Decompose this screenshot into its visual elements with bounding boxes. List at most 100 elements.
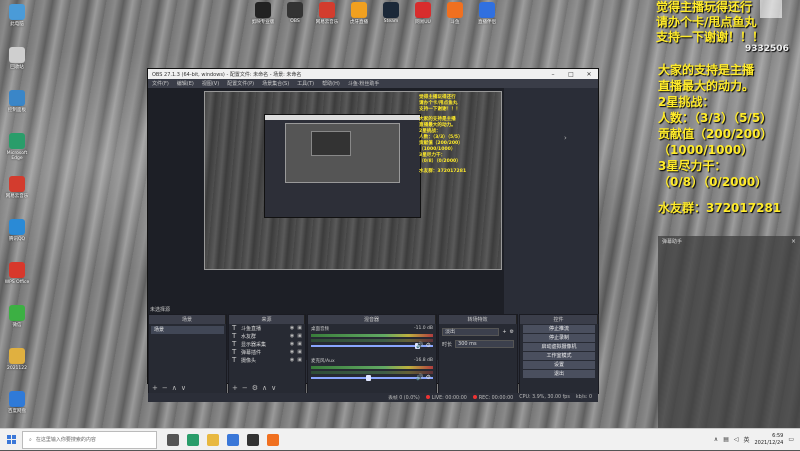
desktop-icon[interactable]: Steam <box>378 2 404 25</box>
menu-item[interactable]: 编辑(E) <box>177 80 194 87</box>
add-icon[interactable]: + <box>152 384 158 392</box>
obs-window[interactable]: OBS 27.1.3 (64-bit, windows) - 配置文件: 未命名… <box>147 68 599 402</box>
down-icon[interactable]: ∨ <box>181 384 186 392</box>
source-item[interactable]: T 水友群 ◉ ▣ <box>229 332 305 340</box>
menu-item[interactable]: 配置文件(P) <box>227 80 254 87</box>
start-button[interactable] <box>0 429 22 451</box>
source-item[interactable]: T 斗鱼直播 ◉ ▣ <box>229 324 305 332</box>
lock-icon[interactable]: ▣ <box>297 325 302 331</box>
app-icon <box>9 391 25 407</box>
desktop-icon[interactable]: WPS Office <box>4 262 30 302</box>
down-icon[interactable]: ∨ <box>271 384 276 392</box>
taskbar-search[interactable]: ⌕ 在这里输入你要搜索的内容 <box>22 430 157 449</box>
desktop-icon-label: OBS <box>290 19 300 24</box>
network-icon[interactable]: ▤ <box>723 436 729 443</box>
slider-knob[interactable] <box>365 375 371 381</box>
close-icon[interactable]: × <box>791 238 796 245</box>
lock-icon[interactable]: ▣ <box>297 357 302 363</box>
volume-slider[interactable] <box>311 343 433 349</box>
desktop-icon[interactable]: 此电脑 <box>4 4 30 44</box>
gear-icon[interactable]: ⚙ <box>252 384 258 392</box>
maximize-icon[interactable]: □ <box>562 71 580 78</box>
desktop-icon[interactable]: 网易云音乐 <box>4 176 30 216</box>
lock-icon[interactable]: ▣ <box>297 341 302 347</box>
menu-item[interactable]: 视图(V) <box>202 80 219 87</box>
desktop-icon[interactable]: 网易UU <box>410 2 436 25</box>
obs-titlebar[interactable]: OBS 27.1.3 (64-bit, windows) - 配置文件: 未命名… <box>148 69 598 79</box>
eye-icon[interactable]: ◉ <box>290 341 294 347</box>
eye-icon[interactable]: ◉ <box>290 333 294 339</box>
add-icon[interactable]: + <box>232 384 238 392</box>
control-button[interactable]: 停止推流 <box>523 325 595 333</box>
chat-panel[interactable]: 弹幕助手 × <box>658 236 800 428</box>
desktop-icon[interactable]: OBS <box>282 2 308 25</box>
desktop-icon[interactable]: 虎牙直播 <box>346 2 372 25</box>
desktop-icon[interactable]: 剪映专业版 <box>250 2 276 25</box>
menu-item[interactable]: 文件(F) <box>152 80 169 87</box>
scenes-footer: + − ∧ ∨ <box>149 383 226 393</box>
gear-icon[interactable]: ⚙ <box>426 342 431 349</box>
source-item[interactable]: T 弹幕插件 ◉ ▣ <box>229 348 305 356</box>
add-icon[interactable]: + <box>502 329 506 335</box>
desktop-icon[interactable]: 斗鱼 <box>442 2 468 25</box>
desktop-icon[interactable]: 2021122 <box>4 348 30 388</box>
store-icon[interactable] <box>227 433 239 446</box>
clock[interactable]: 6:59 2021/12/24 <box>755 433 784 447</box>
app-icon <box>479 2 495 18</box>
lock-icon[interactable]: ▣ <box>297 333 302 339</box>
nested-overlay-line: （0/8）（0/2000） <box>419 159 461 164</box>
volume-slider[interactable] <box>311 375 433 381</box>
notification-icon[interactable]: ▭ <box>788 436 794 443</box>
menu-item[interactable]: 斗鱼·粉丝助手 <box>348 80 380 87</box>
lock-icon[interactable]: ▣ <box>297 349 302 355</box>
desktop-icon[interactable]: 控制面板 <box>4 90 30 130</box>
remove-icon[interactable]: − <box>162 384 168 392</box>
task-view-icon[interactable] <box>167 433 179 446</box>
obs-icon[interactable] <box>247 433 259 446</box>
chevron-up-icon[interactable]: ∧ <box>714 436 718 443</box>
duration-input[interactable]: 300 ms <box>455 340 514 348</box>
room-id: 9332506 <box>745 44 789 54</box>
menu-item[interactable]: 工具(T) <box>297 80 314 87</box>
eye-icon[interactable]: ◉ <box>290 325 294 331</box>
sources-title: 来源 <box>229 315 305 324</box>
control-button[interactable]: 停止录制 <box>523 334 595 342</box>
desktop-icon[interactable]: 腾讯QQ <box>4 219 30 259</box>
desktop-icon[interactable]: 微信 <box>4 305 30 345</box>
ime-indicator[interactable]: 英 <box>743 435 749 444</box>
menu-item[interactable]: 场景集合(S) <box>262 80 289 87</box>
desktop-icon[interactable]: 回收站 <box>4 47 30 87</box>
live-dot-icon <box>425 394 430 399</box>
speaker-icon[interactable]: 🔊 <box>416 342 423 349</box>
control-button[interactable]: 工作室模式 <box>523 352 595 360</box>
transition-select[interactable]: 淡出 <box>442 328 500 336</box>
speaker-icon[interactable]: 🔊 <box>416 374 423 381</box>
volume-icon[interactable]: ◁ <box>734 436 739 443</box>
close-icon[interactable]: ✕ <box>580 71 598 78</box>
minimize-icon[interactable]: – <box>544 71 562 78</box>
source-item[interactable]: T 显示器采集 ◉ ▣ <box>229 340 305 348</box>
up-icon[interactable]: ∧ <box>262 384 267 392</box>
menu-item[interactable]: 帮助(H) <box>322 80 340 87</box>
up-icon[interactable]: ∧ <box>172 384 177 392</box>
scene-item[interactable]: 场景 <box>151 326 224 334</box>
eye-icon[interactable]: ◉ <box>290 349 294 355</box>
obs-preview[interactable]: 觉得主播玩得还行 请办个卡/甩点鱼丸 支持一下谢谢！！！ 大家的支持是主播 直播最大的动… <box>148 88 599 402</box>
control-button[interactable]: 设置 <box>523 361 595 369</box>
remove-icon[interactable]: − <box>242 384 248 392</box>
gear-icon[interactable]: ⚙ <box>426 374 431 381</box>
file-explorer-icon[interactable] <box>207 433 219 446</box>
control-button[interactable]: 启动虚拟摄像机 <box>523 343 595 351</box>
gear-icon[interactable]: ⚙ <box>510 329 514 335</box>
douyu-icon[interactable] <box>267 433 279 446</box>
desktop-icon[interactable]: 百度网盘 <box>4 391 30 428</box>
source-item[interactable]: T 摄像头 ◉ ▣ <box>229 356 305 364</box>
control-button[interactable]: 退出 <box>523 370 595 378</box>
desktop-icon[interactable]: 网易云音乐 <box>314 2 340 25</box>
desktop-icon[interactable]: 直播伴侣 <box>474 2 500 25</box>
desktop-icon[interactable]: Microsoft Edge <box>4 133 30 173</box>
edge-icon[interactable] <box>187 433 199 446</box>
eye-icon[interactable]: ◉ <box>290 357 294 363</box>
desktop-icon-label: 网易云音乐 <box>315 20 339 25</box>
chevron-right-icon[interactable]: › <box>564 134 567 142</box>
